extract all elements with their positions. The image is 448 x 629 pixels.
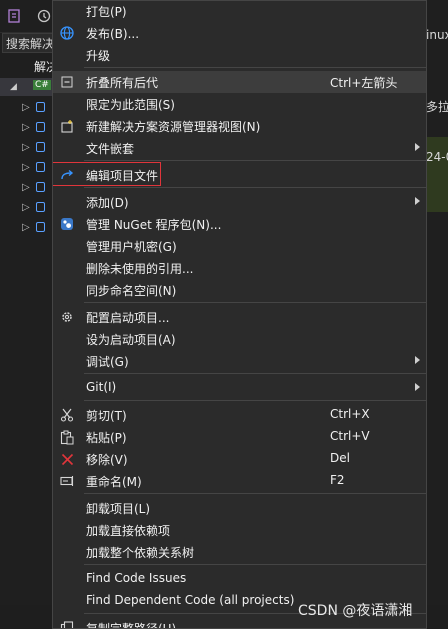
menu-item-label: 调试(G) [86,355,129,369]
menu-item-label: 粘贴(P) [86,431,127,445]
submenu-arrow-icon [415,356,420,364]
scissors-icon [59,407,75,423]
menu-item-manage-nuget[interactable]: 管理 NuGet 程序包(N)... [53,213,426,235]
tree-row[interactable]: ▷ [22,158,52,176]
menu-item-load-dep-tree[interactable]: 加载整个依赖关系树 [53,541,426,563]
editor-text-fragment: 多拉 [426,100,448,114]
nuget-icon [59,216,75,232]
project-node[interactable]: ◢ C# [0,78,52,96]
menu-item-paste[interactable]: 粘贴(P) Ctrl+V [53,426,426,448]
menu-item-label: 管理用户机密(G) [86,240,177,254]
menu-item-shortcut: Ctrl+X [330,407,370,421]
new-view-icon [59,118,75,134]
menu-item-shortcut: Ctrl+V [330,429,370,443]
menu-separator [84,493,426,494]
expand-arrow-icon[interactable]: ◢ [10,82,17,92]
menu-separator [84,302,426,303]
menu-item-label: Find Code Issues [86,571,187,585]
submenu-arrow-icon [415,383,420,391]
menu-item-cut[interactable]: 剪切(T) Ctrl+X [53,404,426,426]
menu-item-remove-unused-refs[interactable]: 删除未使用的引用... [53,257,426,279]
menu-item-label: 加载直接依赖项 [86,524,171,538]
menu-item-shortcut: Ctrl+左箭头 [330,76,398,90]
menu-item-label: 管理 NuGet 程序包(N)... [86,218,222,232]
menu-item-configure-startup[interactable]: 配置启动项目... [53,306,426,328]
menu-item-label: 发布(B)... [86,27,140,41]
menu-item-label: 打包(P) [86,5,127,19]
context-menu: 打包(P) 发布(B)... 升级 折叠所有后代 Ctrl+左箭头 限定为此范围… [52,0,427,629]
copy-icon [59,620,75,628]
menu-separator [84,187,426,188]
menu-item-add[interactable]: 添加(D) [53,191,426,213]
menu-item-shortcut: F2 [330,473,345,487]
menu-separator [84,160,426,161]
menu-item-label: 同步命名空间(N) [86,284,177,298]
editor-text-fragment: 24-0 [426,150,448,164]
menu-item-label: Find Dependent Code (all projects) [86,593,295,607]
menu-item-label: 新建解决方案资源管理器视图(N) [86,120,261,134]
menu-item-label: 文件嵌套 [86,142,135,156]
remove-x-icon [59,451,75,467]
watermark: CSDN @夜语潇湘 [298,603,413,619]
menu-separator [84,400,426,401]
menu-item-label: 配置启动项目... [86,311,170,325]
rename-icon [59,473,75,489]
menu-item-label: 重命名(M) [86,475,142,489]
submenu-arrow-icon [415,197,420,205]
menu-item-set-startup[interactable]: 设为启动项目(A) [53,328,426,350]
menu-item-shortcut: Del [330,451,350,465]
menu-item-label: Git(I) [86,380,117,394]
menu-item-manage-user-secrets[interactable]: 管理用户机密(G) [53,235,426,257]
menu-item-label: 加载整个依赖关系树 [86,546,195,560]
tree-row[interactable]: ▷ [22,178,52,196]
menu-item-unload-project[interactable]: 卸载项目(L) [53,497,426,519]
menu-separator [84,373,426,374]
tree-row[interactable]: ▷ [22,218,52,236]
solution-label: 解决 [34,60,52,74]
history-icon[interactable] [34,6,54,26]
menu-item-file-nesting[interactable]: 文件嵌套 [53,137,426,159]
globe-icon [59,25,75,41]
solution-explorer-icon[interactable] [4,6,24,26]
paste-icon [59,429,75,445]
menu-item-new-explorer-view[interactable]: 新建解决方案资源管理器视图(N) [53,115,426,137]
menu-item-find-code-issues[interactable]: Find Code Issues [53,568,426,590]
tree-row[interactable]: ▷ [22,98,52,116]
menu-item-label: 复制完整路径(U) [86,622,177,629]
gear-icon [59,309,75,325]
menu-item-label: 设为启动项目(A) [86,333,176,347]
annotation-highlight-box [53,162,161,186]
menu-separator [84,67,426,68]
solution-node[interactable]: 解决 [0,58,52,76]
menu-item-git[interactable]: Git(I) [53,377,426,399]
collapse-icon [59,74,75,90]
menu-item-sync-namespaces[interactable]: 同步命名空间(N) [53,279,426,301]
menu-item-label: 移除(V) [86,453,128,467]
tree-row[interactable]: ▷ [22,138,52,156]
tree-row[interactable]: ▷ [22,198,52,216]
menu-item-collapse-all[interactable]: 折叠所有后代 Ctrl+左箭头 [53,71,426,93]
menu-item-label: 添加(D) [86,196,129,210]
menu-item-remove[interactable]: 移除(V) Del [53,448,426,470]
tree-row[interactable]: ▷ [22,118,52,136]
menu-item-label: 折叠所有后代 [86,76,159,90]
menu-item-label: 删除未使用的引用... [86,262,194,276]
menu-item-label: 升级 [86,49,111,63]
menu-item-upgrade[interactable]: 升级 [53,44,426,66]
menu-item-label: 剪切(T) [86,409,127,423]
menu-separator [84,564,426,565]
menu-item-pack[interactable]: 打包(P) [53,1,426,22]
menu-item-load-direct-deps[interactable]: 加载直接依赖项 [53,519,426,541]
editor-text-fragment: inux [426,28,448,42]
project-badge: C# [33,80,51,90]
solution-search-input[interactable]: 搜索解决 [2,33,54,53]
menu-item-label: 卸载项目(L) [86,502,151,516]
menu-item-rename[interactable]: 重命名(M) F2 [53,470,426,492]
menu-item-debug[interactable]: 调试(G) [53,350,426,372]
menu-item-scope-to-this[interactable]: 限定为此范围(S) [53,93,426,115]
submenu-arrow-icon [415,143,420,151]
menu-item-publish[interactable]: 发布(B)... [53,22,426,44]
menu-item-label: 限定为此范围(S) [86,98,175,112]
